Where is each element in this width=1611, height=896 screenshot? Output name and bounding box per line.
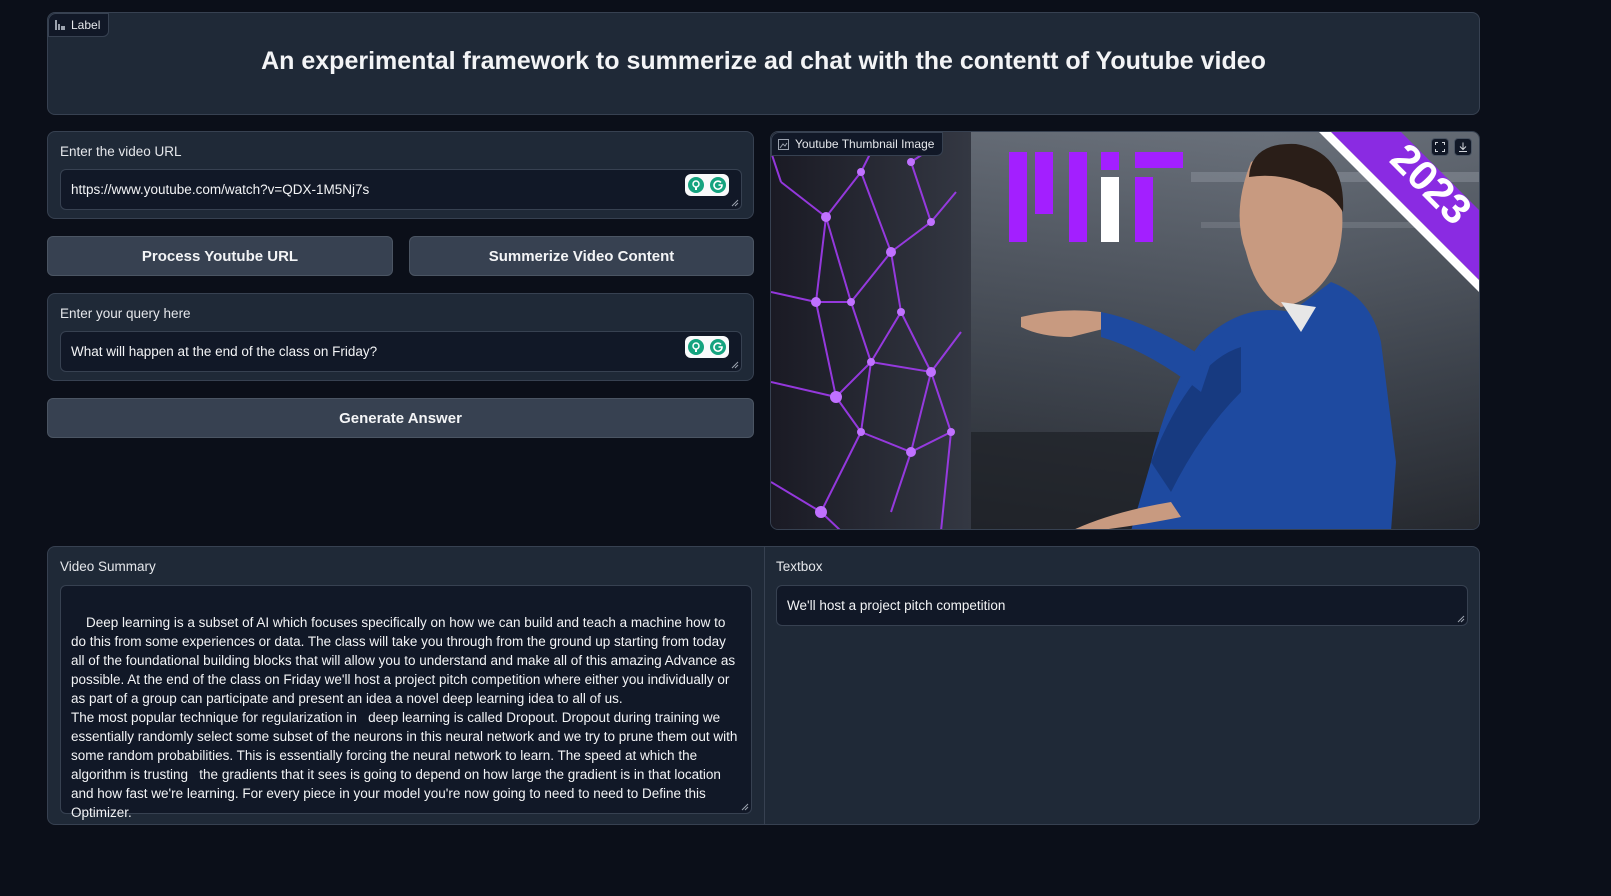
query-input-label: Enter your query here (60, 306, 191, 321)
resize-handle-icon[interactable] (731, 361, 739, 369)
page-title: An experimental framework to summerize a… (261, 47, 1266, 75)
grammarly-icon (710, 177, 726, 193)
summary-textarea[interactable]: Deep learning is a subset of AI which fo… (60, 585, 752, 820)
url-input[interactable]: https://www.youtube.com/watch?v=QDX-1M5N… (60, 169, 742, 210)
process-url-button[interactable]: Process Youtube URL (47, 236, 393, 276)
bulb-icon (688, 339, 704, 355)
resize-handle-icon[interactable] (741, 803, 749, 811)
answer-value: We'll host a project pitch competition (787, 598, 1006, 613)
image-icon (778, 138, 789, 150)
thumbnail-label-text: Youtube Thumbnail Image (795, 137, 935, 151)
query-input[interactable]: What will happen at the end of the class… (60, 331, 742, 372)
label-badge: Label (48, 13, 110, 37)
download-button[interactable] (1454, 138, 1472, 156)
download-icon (1459, 142, 1467, 152)
summarize-video-button[interactable]: Summerize Video Content (409, 236, 754, 276)
header-block: Label An experimental framework to summe… (47, 12, 1480, 115)
answer-textbox[interactable]: We'll host a project pitch competition (776, 585, 1468, 626)
label-icon (55, 20, 65, 30)
answer-label: Textbox (776, 559, 823, 574)
thumbnail-image: 2023 (771, 132, 1479, 529)
url-input-block: Enter the video URL https://www.youtube.… (47, 131, 754, 219)
url-input-label: Enter the video URL (60, 144, 182, 159)
resize-handle-icon[interactable] (731, 199, 739, 207)
grammarly-widget[interactable] (685, 174, 729, 196)
output-row-block: Video Summary Deep learning is a subset … (47, 546, 1480, 825)
url-input-value: https://www.youtube.com/watch?v=QDX-1M5N… (71, 182, 370, 197)
grammarly-widget[interactable] (685, 336, 729, 358)
fullscreen-button[interactable] (1431, 138, 1449, 156)
thumbnail-block: 2023 Youtube Thumbnail Image (770, 131, 1480, 530)
thumbnail-label-badge: Youtube Thumbnail Image (771, 132, 944, 156)
query-input-block: Enter your query here What will happen a… (47, 293, 754, 381)
summary-text: Deep learning is a subset of AI which fo… (71, 615, 738, 820)
bulb-icon (688, 177, 704, 193)
label-badge-text: Label (71, 18, 101, 32)
summary-label: Video Summary (60, 559, 156, 574)
generate-answer-button[interactable]: Generate Answer (47, 398, 754, 438)
grammarly-icon (710, 339, 726, 355)
column-divider (764, 547, 765, 824)
query-input-value: What will happen at the end of the class… (71, 344, 378, 359)
fullscreen-icon (1435, 142, 1445, 152)
resize-handle-icon[interactable] (1457, 615, 1465, 623)
